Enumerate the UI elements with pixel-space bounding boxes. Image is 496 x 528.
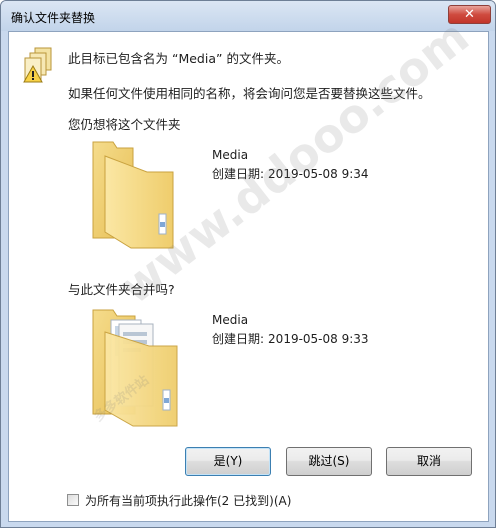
close-button[interactable]: ✕ xyxy=(448,5,491,24)
apply-all-checkbox[interactable] xyxy=(67,494,79,506)
message-line-3: 您仍想将这个文件夹 xyxy=(68,117,181,132)
title-bar[interactable]: 确认文件夹替换 ✕ xyxy=(1,1,495,31)
target-date-label: 创建日期: xyxy=(212,167,265,181)
source-date-label: 创建日期: xyxy=(212,332,265,346)
folders-warning-icon xyxy=(23,47,52,83)
message-line-4: 与此文件夹合并吗? xyxy=(68,282,175,297)
target-date-value: 2019-05-08 9:34 xyxy=(268,167,369,181)
dialog-window: 确认文件夹替换 ✕ 此目标已包含名为 “Media” 的文件夹。 如果任何文件使… xyxy=(0,0,496,528)
target-folder-name: Media xyxy=(212,148,249,162)
source-folder-date: 创建日期: 2019-05-08 9:33 xyxy=(212,330,369,347)
message-line-2: 如果任何文件使用相同的名称，将会询问您是否要替换这些文件。 xyxy=(68,86,431,101)
source-folder-name: Media xyxy=(212,313,249,327)
empty-folder-icon xyxy=(92,141,174,249)
yes-button[interactable]: 是(Y) xyxy=(185,447,271,476)
skip-button[interactable]: 跳过(S) xyxy=(286,447,372,476)
source-date-value: 2019-05-08 9:33 xyxy=(268,332,369,346)
message-line-1: 此目标已包含名为 “Media” 的文件夹。 xyxy=(68,51,289,66)
cancel-button[interactable]: 取消 xyxy=(386,447,472,476)
apply-all-label[interactable]: 为所有当前项执行此操作(2 已找到)(A) xyxy=(85,492,291,509)
dialog-body: 此目标已包含名为 “Media” 的文件夹。 如果任何文件使用相同的名称，将会询… xyxy=(8,9,489,522)
window-title: 确认文件夹替换 xyxy=(11,11,96,25)
target-folder-date: 创建日期: 2019-05-08 9:34 xyxy=(212,165,369,182)
full-folder-icon xyxy=(92,309,178,427)
